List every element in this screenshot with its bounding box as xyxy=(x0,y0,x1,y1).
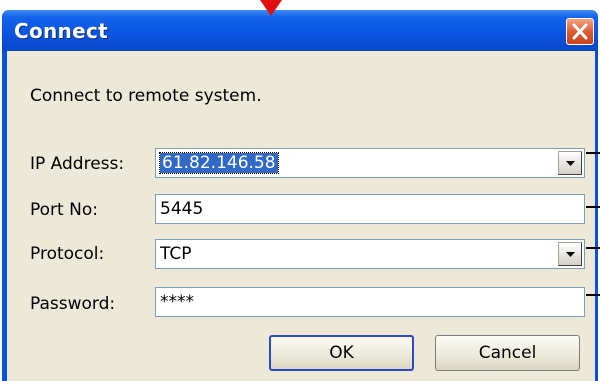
ip-address-combobox[interactable]: 61.82.146.58 xyxy=(155,148,585,178)
password-input[interactable]: **** xyxy=(155,287,585,317)
annotation-line-password xyxy=(586,294,600,296)
annotation-line-protocol xyxy=(586,247,600,249)
ip-address-label: IP Address: xyxy=(30,154,125,174)
protocol-combobox[interactable]: TCP xyxy=(155,239,585,269)
protocol-label: Protocol: xyxy=(30,244,105,264)
annotation-line-ip xyxy=(586,152,600,154)
ip-address-dropdown-button[interactable] xyxy=(558,151,582,175)
close-icon xyxy=(572,23,588,40)
port-value: 5445 xyxy=(160,199,204,219)
protocol-value: TCP xyxy=(160,244,192,264)
ok-button[interactable]: OK xyxy=(269,335,414,371)
close-button[interactable] xyxy=(566,18,594,45)
annotation-line-port xyxy=(586,206,600,208)
port-label: Port No: xyxy=(30,200,98,220)
cancel-button[interactable]: Cancel xyxy=(435,335,580,371)
password-value: **** xyxy=(160,292,194,312)
port-input[interactable]: 5445 xyxy=(155,194,585,224)
password-label: Password: xyxy=(30,294,116,314)
connect-dialog-window: Connect Connect to remote system. IP Add… xyxy=(2,10,598,381)
chevron-down-icon xyxy=(566,252,575,257)
protocol-dropdown-button[interactable] xyxy=(558,242,582,266)
window-title: Connect xyxy=(14,19,108,43)
ip-address-value: 61.82.146.58 xyxy=(159,152,279,174)
dialog-body: Connect to remote system. IP Address: 61… xyxy=(7,51,595,381)
dialog-heading: Connect to remote system. xyxy=(30,86,262,106)
red-down-arrow-icon xyxy=(260,0,282,16)
title-bar[interactable]: Connect xyxy=(2,10,598,51)
chevron-down-icon xyxy=(566,161,575,166)
